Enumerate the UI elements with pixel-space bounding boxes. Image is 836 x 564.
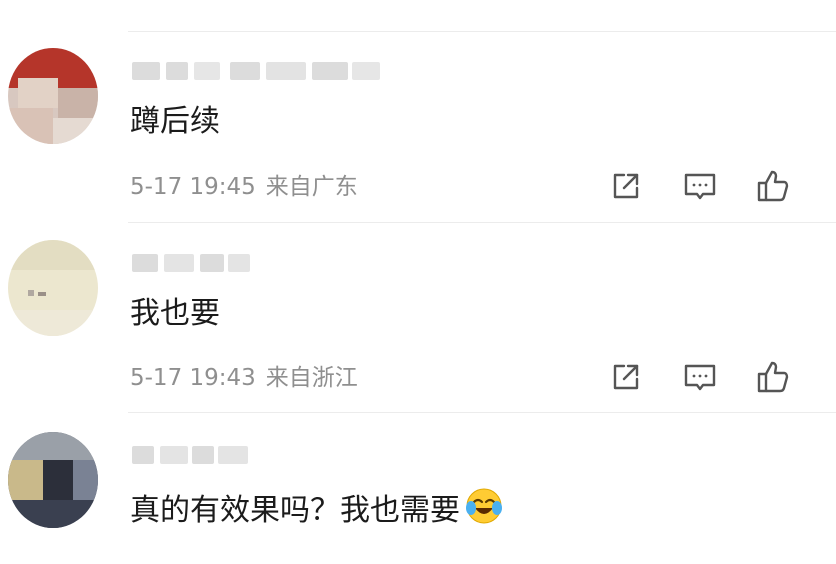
- share-icon[interactable]: [608, 359, 644, 395]
- avatar[interactable]: [8, 240, 98, 336]
- avatar[interactable]: [8, 432, 98, 528]
- comment-text: 我也要: [130, 296, 220, 331]
- divider: [128, 412, 836, 413]
- divider: [128, 222, 836, 223]
- crying-laughing-emoji-icon: [466, 488, 502, 524]
- thumbs-up-icon[interactable]: [755, 359, 791, 395]
- username-blurred[interactable]: [130, 250, 390, 276]
- comment-meta: 5-17 19:43 来自浙江: [130, 363, 358, 393]
- comment-icon[interactable]: [682, 359, 718, 395]
- comment-location: 来自浙江: [265, 365, 358, 391]
- username-blurred[interactable]: [130, 442, 390, 468]
- comment-text-body: 真的有效果吗？我也需要: [130, 493, 460, 528]
- comment-text: 真的有效果吗？我也需要: [130, 486, 504, 531]
- comment-item: 真的有效果吗？我也需要: [0, 0, 836, 528]
- comment-time: 5-17 19:43: [130, 365, 256, 391]
